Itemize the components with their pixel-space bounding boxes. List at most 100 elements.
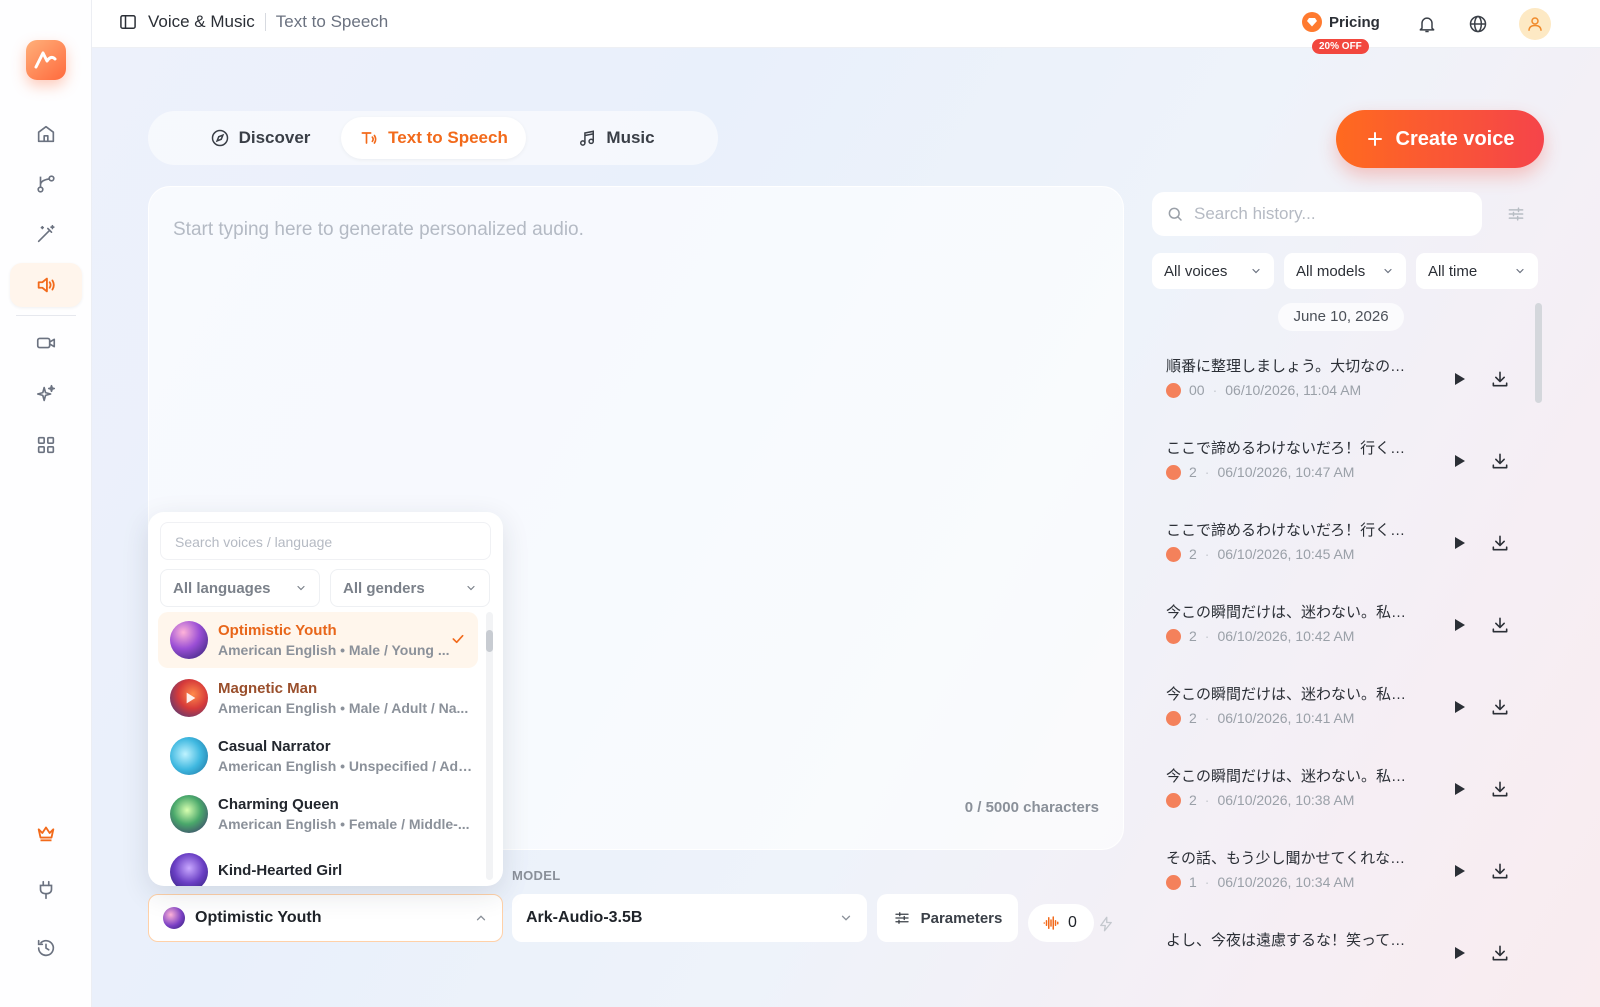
sidebar-item-apps[interactable] bbox=[10, 423, 82, 467]
history-play-button[interactable] bbox=[1448, 778, 1470, 800]
voice-item[interactable]: Charming Queen American English • Female… bbox=[158, 786, 478, 842]
sidebar-item-video[interactable] bbox=[10, 321, 82, 365]
history-download-button[interactable] bbox=[1488, 449, 1512, 473]
voice-select[interactable]: Optimistic Youth bbox=[148, 894, 503, 942]
chevron-down-icon bbox=[841, 915, 851, 921]
history-download-button[interactable] bbox=[1488, 613, 1512, 637]
history-download-button[interactable] bbox=[1488, 531, 1512, 555]
sidebar-item-magic[interactable] bbox=[10, 212, 82, 256]
history-item[interactable]: 今この瞬間だけは、迷わない。私の言... 2 · 06/10/2026, 10:38 … bbox=[1166, 765, 1526, 825]
history-count: 00 bbox=[1189, 382, 1205, 398]
history-count: 2 bbox=[1189, 546, 1197, 562]
create-voice-label: Create voice bbox=[1395, 127, 1515, 150]
voice-item[interactable]: Kind-Hearted Girl bbox=[158, 844, 478, 886]
history-play-button[interactable] bbox=[1448, 860, 1470, 882]
voice-description: American English • Male / Adult / Na... bbox=[218, 700, 469, 716]
voice-item[interactable]: Optimistic Youth American English • Male… bbox=[158, 612, 478, 668]
voice-name: Casual Narrator bbox=[218, 738, 331, 755]
history-text: 今この瞬間だけは、迷わない。私の言... bbox=[1166, 768, 1418, 785]
history-play-button[interactable] bbox=[1448, 450, 1470, 472]
user-icon bbox=[1528, 17, 1542, 31]
download-icon bbox=[1492, 453, 1508, 469]
history-download-button[interactable] bbox=[1488, 941, 1512, 965]
history-download-button[interactable] bbox=[1488, 695, 1512, 719]
credit-value: 0 bbox=[1068, 914, 1077, 931]
tab-text-to-speech-label: Text to Speech bbox=[388, 128, 508, 147]
meta-separator: · bbox=[1204, 464, 1210, 480]
history-count: 2 bbox=[1189, 792, 1197, 808]
language-button[interactable] bbox=[1466, 12, 1490, 36]
history-time: 06/10/2026, 11:04 AM bbox=[1225, 382, 1362, 398]
voice-list-scrollbar[interactable] bbox=[486, 612, 493, 880]
meta-separator: · bbox=[1204, 628, 1210, 644]
history-download-button[interactable] bbox=[1488, 777, 1512, 801]
voice-avatar bbox=[170, 795, 208, 833]
history-download-button[interactable] bbox=[1488, 859, 1512, 883]
model-select[interactable]: Ark-Audio-3.5B bbox=[512, 894, 867, 942]
sidebar-item-home[interactable] bbox=[10, 112, 82, 156]
voice-color-dot bbox=[1166, 546, 1181, 562]
history-meta: 2 · 06/10/2026, 10:47 AM bbox=[1166, 464, 1354, 480]
history-meta: 00 · 06/10/2026, 11:04 AM bbox=[1166, 382, 1361, 398]
sidebar-toggle-icon[interactable] bbox=[118, 12, 138, 32]
tab-discover[interactable]: Discover bbox=[180, 117, 340, 159]
voice-item[interactable]: Magnetic Man American English • Male / A… bbox=[158, 670, 478, 726]
history-play-button[interactable] bbox=[1448, 942, 1470, 964]
scrollbar-thumb[interactable] bbox=[486, 630, 493, 652]
pricing-link[interactable]: Pricing bbox=[1302, 12, 1380, 32]
generate-button[interactable] bbox=[1094, 912, 1118, 936]
voices-filter[interactable]: All voices bbox=[1152, 253, 1274, 289]
breadcrumb-section[interactable]: Voice & Music bbox=[148, 12, 255, 32]
history-play-button[interactable] bbox=[1448, 614, 1470, 636]
meta-separator: · bbox=[1204, 710, 1210, 726]
create-voice-button[interactable]: Create voice bbox=[1336, 110, 1544, 168]
history-search-input[interactable]: Search history... bbox=[1152, 192, 1482, 236]
language-filter[interactable]: All languages bbox=[160, 569, 320, 607]
history-download-button[interactable] bbox=[1488, 367, 1512, 391]
history-scrollbar[interactable] bbox=[1535, 303, 1542, 403]
voices-filter-label: All voices bbox=[1164, 262, 1228, 280]
tab-music[interactable]: Music bbox=[536, 117, 696, 159]
top-bar: Voice & Music Text to Speech Pricing 20%… bbox=[92, 0, 1600, 54]
history-filter-button[interactable] bbox=[1504, 202, 1528, 226]
model-label: MODEL bbox=[512, 868, 561, 883]
models-filter[interactable]: All models bbox=[1284, 253, 1406, 289]
history-item[interactable]: よし、今夜は遠慮するな！笑って飲ん... bbox=[1166, 929, 1526, 989]
gender-filter[interactable]: All genders bbox=[330, 569, 490, 607]
sidebar-item-workflow[interactable] bbox=[10, 162, 82, 206]
history-text: 今この瞬間だけは、迷わない。私の言... bbox=[1166, 604, 1418, 621]
character-count: 0 / 5000 characters bbox=[964, 799, 1099, 816]
play-icon[interactable] bbox=[182, 690, 198, 706]
sidebar-item-audio[interactable] bbox=[10, 263, 82, 307]
voice-search-input[interactable]: Search voices / language bbox=[160, 522, 491, 560]
history-item[interactable]: 今この瞬間だけは、迷わない。私の言... 2 · 06/10/2026, 10:41 … bbox=[1166, 683, 1526, 743]
editor-placeholder: Start typing here to generate personaliz… bbox=[173, 219, 584, 240]
sidebar-item-sparkles[interactable] bbox=[10, 372, 82, 416]
app-logo[interactable] bbox=[26, 40, 66, 80]
history-play-button[interactable] bbox=[1448, 532, 1470, 554]
history-item[interactable]: ここで諦めるわけないだろ！行くぞ！ 2 · 06/10/2026, 10:45 AM bbox=[1166, 519, 1526, 579]
history-play-button[interactable] bbox=[1448, 696, 1470, 718]
voice-name: Magnetic Man bbox=[218, 680, 318, 697]
tab-discover-label: Discover bbox=[238, 128, 311, 147]
selected-voice-name: Optimistic Youth bbox=[195, 909, 322, 926]
play-icon bbox=[1455, 947, 1465, 959]
voice-item[interactable]: Casual Narrator American English • Unspe… bbox=[158, 728, 478, 784]
user-avatar[interactable] bbox=[1519, 8, 1551, 40]
sidebar-item-history[interactable] bbox=[10, 926, 82, 970]
video-camera-icon bbox=[36, 337, 56, 349]
time-filter[interactable]: All time bbox=[1416, 253, 1538, 289]
history-item[interactable]: その話、もう少し聞かせてくれないか... 1 · 06/10/2026, 10:34 … bbox=[1166, 847, 1526, 907]
download-icon bbox=[1492, 699, 1508, 715]
crown-icon bbox=[37, 826, 55, 842]
history-item[interactable]: 今この瞬間だけは、迷わない。私の言... 2 · 06/10/2026, 10:42 … bbox=[1166, 601, 1526, 661]
parameters-button[interactable]: Parameters bbox=[877, 894, 1018, 942]
notifications-button[interactable] bbox=[1415, 12, 1439, 36]
history-item[interactable]: 順番に整理しましょう。大切なのは、... 00 · 06/10/2026, 11:04… bbox=[1166, 355, 1526, 415]
history-item[interactable]: ここで諦めるわけないだろ！行くぞ！ 2 · 06/10/2026, 10:47 AM bbox=[1166, 437, 1526, 497]
history-play-button[interactable] bbox=[1448, 368, 1470, 390]
sidebar-item-plugins[interactable] bbox=[10, 868, 82, 912]
tab-text-to-speech[interactable]: Text to Speech bbox=[341, 117, 526, 159]
sidebar-item-premium[interactable] bbox=[10, 811, 82, 855]
chevron-down-icon bbox=[467, 585, 475, 591]
